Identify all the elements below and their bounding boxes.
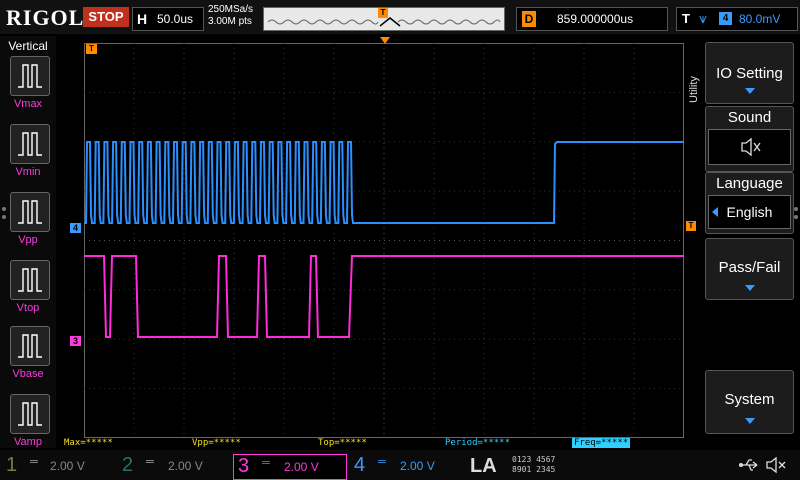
measure-vbase-button[interactable] [10,326,50,366]
speaker-muted-icon[interactable] [764,456,788,474]
ch3-status[interactable]: 3 ═ 2.00 V [233,454,347,480]
pulse-waveform-icon [18,64,42,88]
language-value: English [726,204,773,220]
ch3-scale: 2.00 V [284,460,319,474]
sample-rate: 250MSa/s [208,4,254,15]
ch4-number: 4 [354,454,366,476]
sidebar-title: Vertical [8,39,48,53]
sound-toggle [708,129,791,165]
sound-label: Sound [727,109,772,126]
timebase-value: 50.0us [157,12,194,26]
io-setting-label: IO Setting [716,65,783,82]
trigger-level-marker[interactable]: T [686,221,696,231]
side-indicator-dot [794,215,798,219]
measure-vmax-button[interactable] [10,56,50,96]
logic-channel-indicators[interactable]: 0123 4567 8901 2345 [512,455,604,477]
ch1-number: 1 [6,454,18,476]
measure-top: Top=***** [318,438,367,448]
trigger-source: 4 [719,12,732,25]
measure-vpp: Vpp=***** [192,438,241,448]
measure-period: Period=***** [445,438,511,448]
measure-vpp-button[interactable] [10,192,50,232]
measure-vmin-label: Vmin [15,166,41,178]
coupling-dc-icon: ═ [146,456,154,468]
trigger-time-marker: T [86,44,97,54]
ch2-number: 2 [122,454,134,476]
memory-depth: 3.00M pts [208,16,252,27]
horizontal-timebase[interactable]: H 50.0us [132,7,204,31]
logic-analyzer-label[interactable]: LA [470,455,497,478]
ch2-scale: 2.00 V [168,459,203,473]
brand-logo: RIGOL [6,5,85,30]
la-row-2: 8901 2345 [512,465,556,474]
measurement-results-row: Max=***** Vpp=***** Top=***** Period=***… [60,438,685,449]
speaker-muted-icon [741,137,761,157]
pulse-waveform-icon [18,268,42,292]
chevron-down-icon [745,285,755,291]
trigger-display[interactable]: T ⩛ 4 80.0mV [676,7,798,31]
pulse-waveform-icon [18,132,42,156]
ch3-number: 3 [238,455,250,477]
side-indicator-dot [2,215,6,219]
ch1-status[interactable]: 1 ═ 2.00 V [0,454,112,478]
acquisition-info: 250MSa/s 3.00M pts [208,4,253,28]
language-selector: English [708,195,791,229]
delay-display[interactable]: D 859.000000us [516,7,668,31]
usb-icon [739,459,758,471]
trigger-label: T [682,11,690,26]
ch3-offset-marker[interactable]: 3 [70,336,81,346]
side-indicator-dot [2,207,6,211]
delay-value: 859.000000us [557,12,634,26]
measure-vbase-label: Vbase [12,368,44,380]
measure-vmax-label: Vmax [13,98,43,110]
language-title: Language [716,175,783,192]
system-label: System [724,391,775,408]
measure-vtop-button[interactable] [10,260,50,300]
measure-vamp-button[interactable] [10,394,50,434]
waveform-display[interactable] [84,43,684,438]
trigger-delay-marker [380,37,390,44]
measure-max: Max=***** [64,438,113,448]
system-button[interactable]: System [705,370,794,434]
pass-fail-button[interactable]: Pass/Fail [705,238,794,300]
chevron-down-icon [745,418,755,424]
io-setting-button[interactable]: IO Setting [705,42,794,104]
ch2-status[interactable]: 2 ═ 2.00 V [116,454,228,478]
sound-button[interactable]: Sound [705,106,794,172]
measure-vpp-label: Vpp [18,234,38,246]
trigger-level: 80.0mV [739,12,781,26]
ch1-scale: 2.00 V [50,459,85,473]
coupling-dc-icon: ═ [262,457,270,469]
coupling-dc-icon: ═ [378,456,386,468]
la-row-1: 0123 4567 [512,455,556,464]
utility-menu-tab[interactable]: Utility [688,60,704,120]
delay-label: D [522,11,536,27]
chevron-down-icon [745,88,755,94]
side-indicator-dot [794,207,798,211]
pulse-waveform-icon [18,402,42,426]
run-stop-indicator[interactable]: STOP [83,7,129,27]
pulse-waveform-icon [18,334,42,358]
trigger-position-marker: T [378,8,388,18]
ch4-scale: 2.00 V [400,459,435,473]
coupling-dc-icon: ═ [30,456,38,468]
measure-vtop-label: Vtop [16,302,40,314]
measure-vmin-button[interactable] [10,124,50,164]
ch4-status[interactable]: 4 ═ 2.00 V [350,454,462,478]
ch4-offset-marker[interactable]: 4 [70,223,81,233]
language-button[interactable]: Language English [705,172,794,234]
pulse-waveform-icon [18,200,42,224]
pass-fail-label: Pass/Fail [718,259,781,276]
trigger-edge-icon: ⩛ [699,10,707,26]
measure-freq: Freq=***** [572,438,631,448]
horizontal-label: H [137,11,148,27]
measure-vamp-label: Vamp [14,436,42,448]
